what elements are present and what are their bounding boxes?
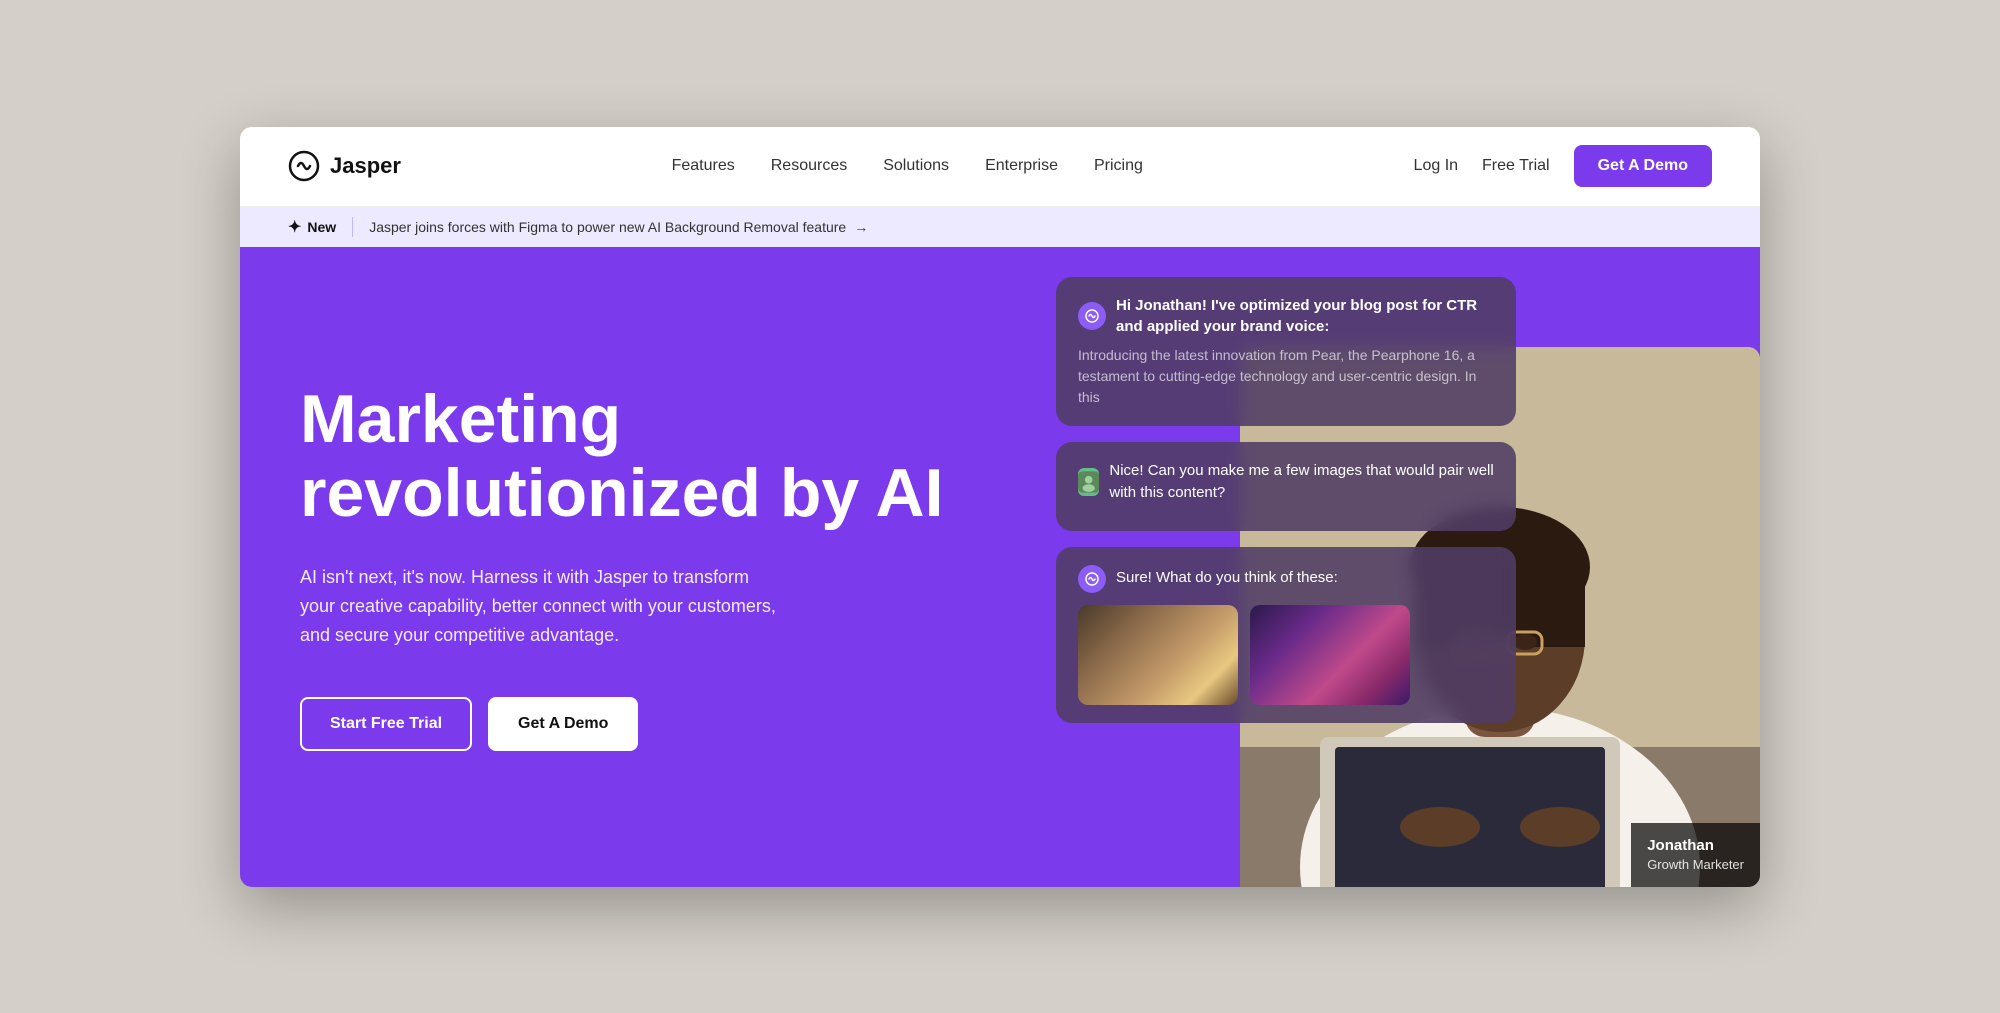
hero-buttons: Start Free Trial Get A Demo <box>300 697 1016 751</box>
chat-bubble-1-header: Hi Jonathan! I've optimized your blog po… <box>1078 295 1494 337</box>
logo[interactable]: Jasper <box>288 150 401 182</box>
chat-bubble-2-text: Nice! Can you make me a few images that … <box>1109 460 1494 505</box>
chat-bubble-2: Nice! Can you make me a few images that … <box>1056 442 1516 531</box>
logo-text: Jasper <box>330 153 401 179</box>
new-badge-label: New <box>307 219 336 235</box>
chat-bubble-2-header: Nice! Can you make me a few images that … <box>1078 460 1494 505</box>
nav-enterprise[interactable]: Enterprise <box>985 157 1058 175</box>
logo-icon <box>288 150 320 182</box>
chat-bubble-3-text: Sure! What do you think of these: <box>1116 567 1338 590</box>
get-demo-button[interactable]: Get A Demo <box>488 697 638 751</box>
announcement-message: Jasper joins forces with Figma to power … <box>369 219 846 235</box>
chat-images <box>1078 605 1494 705</box>
nav-right: Log In Free Trial Get A Demo <box>1414 145 1712 187</box>
announcement-text: Jasper joins forces with Figma to power … <box>369 219 868 235</box>
hero-right: Hi Jonathan! I've optimized your blog po… <box>1076 247 1760 887</box>
nav-login[interactable]: Log In <box>1414 157 1458 175</box>
user-avatar <box>1078 468 1099 496</box>
nav-pricing[interactable]: Pricing <box>1094 157 1143 175</box>
chat-bubble-1-body: Introducing the latest innovation from P… <box>1078 345 1494 408</box>
hero-title-line1: Marketing <box>300 381 621 457</box>
chat-bubble-1-header-text: Hi Jonathan! I've optimized your blog po… <box>1116 295 1494 337</box>
announcement-bar[interactable]: ✦ New Jasper joins forces with Figma to … <box>240 207 1760 247</box>
jasper-avatar <box>1078 302 1106 330</box>
chat-bubbles: Hi Jonathan! I've optimized your blog po… <box>1056 277 1516 723</box>
hero-section: Marketing revolutionized by AI AI isn't … <box>240 247 1760 887</box>
hero-subtitle: AI isn't next, it's now. Harness it with… <box>300 563 780 649</box>
navbar: Jasper Features Resources Solutions Ente… <box>240 127 1760 207</box>
nav-solutions[interactable]: Solutions <box>883 157 949 175</box>
chat-bubble-1: Hi Jonathan! I've optimized your blog po… <box>1056 277 1516 426</box>
chat-bubble-3: Sure! What do you think of these: <box>1056 547 1516 723</box>
person-role: Growth Marketer <box>1647 856 1744 874</box>
nav-links: Features Resources Solutions Enterprise … <box>672 157 1143 175</box>
new-badge: ✦ New <box>288 217 336 237</box>
announcement-divider <box>352 217 353 237</box>
browser-window: Jasper Features Resources Solutions Ente… <box>240 127 1760 887</box>
sparkle-icon: ✦ <box>288 217 301 237</box>
hero-title-line2: revolutionized by AI <box>300 455 944 531</box>
announcement-arrow: → <box>854 219 868 235</box>
chat-image-2 <box>1250 605 1410 705</box>
nav-free-trial[interactable]: Free Trial <box>1482 157 1550 175</box>
person-name: Jonathan <box>1647 835 1744 856</box>
start-free-trial-button[interactable]: Start Free Trial <box>300 697 472 751</box>
chat-bubble-3-header: Sure! What do you think of these: <box>1078 565 1494 593</box>
jasper-avatar-2 <box>1078 565 1106 593</box>
nav-features[interactable]: Features <box>672 157 735 175</box>
hero-title: Marketing revolutionized by AI <box>300 382 1016 532</box>
nav-demo-button[interactable]: Get A Demo <box>1574 145 1712 187</box>
chat-image-1 <box>1078 605 1238 705</box>
nav-resources[interactable]: Resources <box>771 157 847 175</box>
person-label: Jonathan Growth Marketer <box>1631 823 1760 886</box>
hero-left: Marketing revolutionized by AI AI isn't … <box>240 247 1076 887</box>
